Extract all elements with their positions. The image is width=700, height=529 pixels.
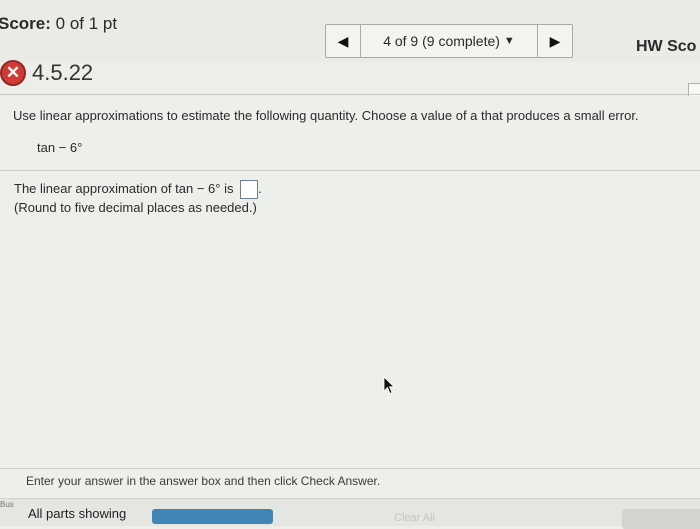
all-parts-showing-label: All parts showing [28,506,127,521]
instruction-text: Enter your answer in the answer box and … [26,474,381,488]
question-id: 4.5.22 [32,60,94,85]
check-answer-button[interactable] [622,509,700,529]
next-question-button[interactable]: ▶ [537,25,572,57]
answer-input[interactable] [240,180,259,200]
x-icon: ✕ [0,60,26,86]
answer-line-suffix: . [258,181,262,196]
rounding-note: (Round to five decimal places as needed.… [14,200,257,216]
triangle-right-icon: ▶ [549,32,561,49]
question-panel [0,96,700,525]
side-label: Bus [0,500,14,509]
answer-line-mid: is [220,181,238,196]
previous-question-button[interactable]: ◀ [326,25,361,57]
parts-progress-bar [152,509,273,524]
answer-line: The linear approximation of tan − 6° is … [14,180,262,200]
triangle-left-icon: ◀ [337,32,349,49]
score-label: Score: [0,14,51,33]
question-prompt: Use linear approximations to estimate th… [13,108,639,123]
score-display: Score: 0 of 1 pt [0,14,117,34]
mouse-cursor-icon [383,376,395,395]
question-progress-text: 4 of 9 (9 complete) [383,33,500,49]
answer-section: The linear approximation of tan − 6° is … [14,180,262,217]
caret-down-icon: ▼ [503,35,515,47]
divider [0,468,700,469]
score-value: 0 of 1 pt [55,14,118,33]
question-selector-dropdown[interactable]: 4 of 9 (9 complete) ▼ [361,25,537,57]
clear-all-button[interactable]: Clear All [394,512,435,524]
top-bar: Score: 0 of 1 pt ◀ 4 of 9 (9 complete) ▼… [0,0,700,62]
question-header: ✕ 4.5.22 [0,60,93,86]
divider [0,170,700,171]
hw-score-label: HW Sco [636,38,697,55]
divider [0,94,700,95]
answer-line-expression: tan − 6° [175,181,221,196]
question-navigator: ◀ 4 of 9 (9 complete) ▼ ▶ [325,24,573,58]
question-expression: tan − 6° [37,140,83,155]
answer-line-prefix: The linear approximation of [14,181,176,196]
